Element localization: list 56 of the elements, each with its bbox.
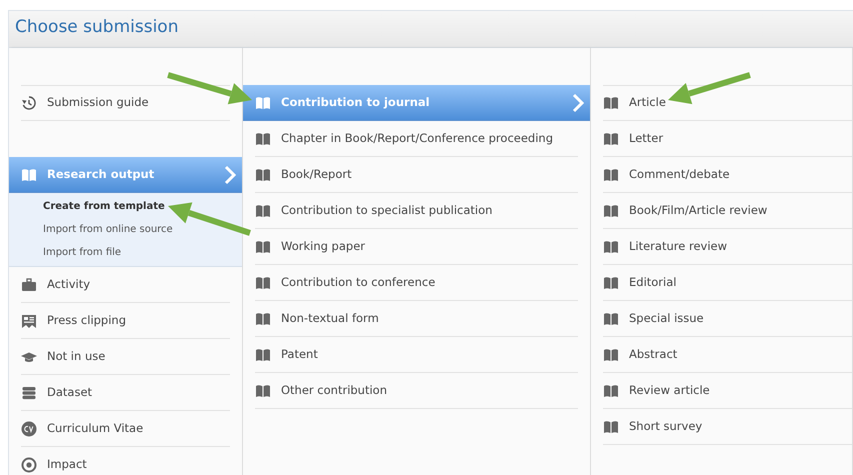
menu-item[interactable]: Working paper (255, 229, 578, 265)
submenu-link[interactable]: Import from file (43, 241, 242, 264)
book-icon (603, 310, 619, 326)
menu-item[interactable]: Patent (255, 337, 578, 373)
menu-item[interactable]: Contribution to specialist publication (255, 193, 578, 229)
menu-item[interactable]: Book/Film/Article review (603, 193, 852, 229)
chevron-icon (224, 164, 236, 184)
book-icon (21, 166, 37, 182)
menu-item[interactable]: Short survey (603, 409, 852, 445)
book-icon (603, 238, 619, 254)
menu-item[interactable]: Impact (21, 447, 230, 475)
target-icon (21, 456, 37, 472)
book-icon (255, 382, 271, 398)
history-icon (21, 95, 37, 111)
book-icon (255, 238, 271, 254)
menu-item[interactable]: Press clipping (21, 303, 230, 339)
book-icon (603, 418, 619, 434)
book-icon (255, 310, 271, 326)
book-icon (603, 166, 619, 182)
submenu-link[interactable]: Create from template (43, 195, 242, 218)
menu-item[interactable]: Letter (603, 121, 852, 157)
menu-item[interactable]: Book/Report (255, 157, 578, 193)
menu-item[interactable]: Special issue (603, 301, 852, 337)
menu-item[interactable]: Review article (603, 373, 852, 409)
database-icon (21, 384, 37, 400)
menu-item[interactable]: Curriculum Vitae (21, 411, 230, 447)
menu-item[interactable]: Contribution to conference (255, 265, 578, 301)
book-icon (255, 166, 271, 182)
menu-item[interactable]: Other contribution (255, 373, 578, 409)
menu-item[interactable]: Activity (21, 267, 230, 303)
menu-item[interactable]: Comment/debate (603, 157, 852, 193)
book-icon (255, 202, 271, 218)
menu-item[interactable]: Not in use (21, 339, 230, 375)
book-icon (255, 94, 271, 110)
chevron-icon (572, 92, 584, 112)
book-icon (255, 346, 271, 362)
menu-item[interactable]: Dataset (21, 375, 230, 411)
dialog-title: Choose submission (15, 16, 180, 39)
menu-item[interactable]: Literature review (603, 229, 852, 265)
newspaper-icon (21, 312, 37, 328)
menu-item[interactable]: Non-textual form (255, 301, 578, 337)
menu-item[interactable]: Chapter in Book/Report/Conference proceeding (255, 121, 578, 157)
book-icon (603, 202, 619, 218)
book-icon (255, 274, 271, 290)
book-icon (603, 346, 619, 362)
book-icon (603, 95, 619, 111)
menu-item[interactable]: Submission guide (21, 85, 230, 121)
briefcase-icon (21, 276, 37, 292)
cv-icon (21, 420, 37, 436)
book-icon (255, 130, 271, 146)
book-icon (603, 274, 619, 290)
submenu-link[interactable]: Import from online source (43, 218, 242, 241)
book-icon (603, 130, 619, 146)
menu-item[interactable]: Abstract (603, 337, 852, 373)
book-icon (603, 382, 619, 398)
menu-item[interactable]: Editorial (603, 265, 852, 301)
